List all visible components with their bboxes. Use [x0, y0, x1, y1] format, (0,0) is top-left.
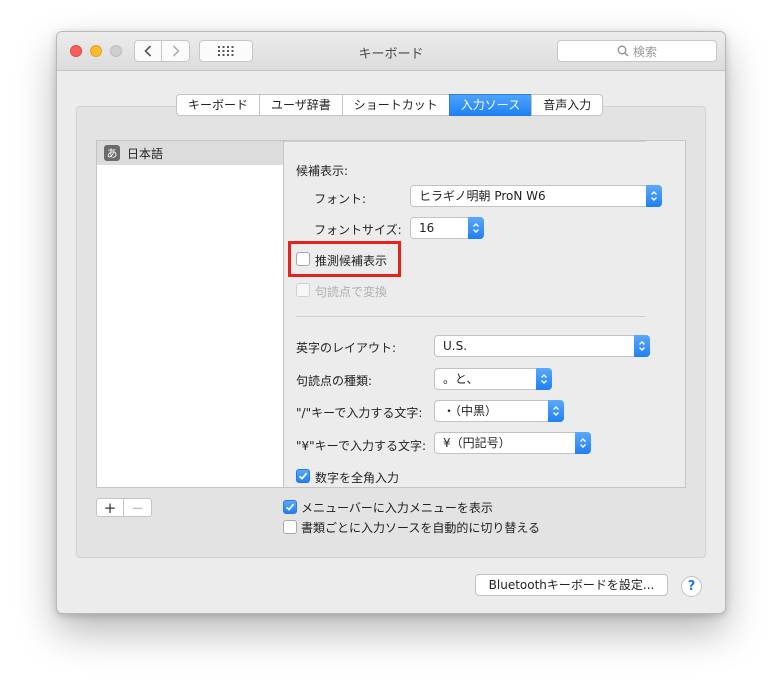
help-button[interactable]: ?	[681, 576, 702, 597]
search-field[interactable]: 検索	[557, 40, 717, 62]
convert-with-punctuation-label: 句読点で変換	[315, 285, 388, 299]
input-source-settings-panel: 候補表示: フォント: ヒラギノ明朝 ProN W6 フォントサイズ: 16 推…	[284, 140, 686, 488]
middle-separator	[296, 316, 645, 317]
input-source-label: 日本語	[127, 146, 164, 161]
input-source-list: あ 日本語	[96, 140, 284, 488]
alphabet-layout-popup[interactable]: U.S.	[434, 335, 650, 357]
slash-key-label: "/"キーで入力する文字:	[296, 406, 423, 420]
auto-switch-source-label: 書類ごとに入力ソースを自動的に切り替える	[301, 521, 541, 535]
punctuation-type-value: 。と、	[443, 372, 479, 386]
tab-shortcuts[interactable]: ショートカット	[341, 94, 449, 116]
slash-key-value: ・（中黒）	[443, 404, 498, 418]
up-down-arrows-icon	[646, 185, 662, 207]
tab-input-sources[interactable]: 入力ソース	[448, 94, 532, 116]
up-down-arrows-icon	[575, 432, 591, 454]
remove-input-source-button[interactable]: −	[124, 498, 152, 517]
font-size-label: フォントサイズ:	[314, 223, 402, 237]
yen-key-value: ¥（円記号）	[443, 436, 511, 450]
show-input-menu-checkbox[interactable]	[283, 500, 297, 514]
search-icon	[617, 45, 629, 57]
hiragana-icon: あ	[104, 145, 120, 161]
up-down-arrows-icon	[536, 368, 552, 390]
checkmark-icon	[285, 503, 295, 511]
tab-user-dictionary[interactable]: ユーザ辞書	[259, 94, 342, 116]
yen-key-label: "¥"キーで入力する文字:	[296, 439, 426, 453]
fullwidth-numbers-checkbox[interactable]	[296, 469, 310, 483]
top-separator	[284, 141, 646, 142]
font-popup-value: ヒラギノ明朝 ProN W6	[419, 189, 546, 203]
show-input-menu-label: メニューバーに入力メニューを表示	[301, 501, 493, 515]
yen-key-popup[interactable]: ¥（円記号）	[434, 432, 591, 454]
add-remove-segmented-control: + −	[96, 498, 152, 517]
input-source-item-japanese[interactable]: あ 日本語	[97, 141, 283, 165]
tab-dictation[interactable]: 音声入力	[531, 94, 604, 116]
up-down-arrows-icon	[634, 335, 650, 357]
checkmark-icon	[298, 472, 308, 480]
setup-bluetooth-keyboard-button[interactable]: Bluetoothキーボードを設定...	[475, 574, 668, 596]
alphabet-layout-value: U.S.	[443, 339, 468, 353]
predictive-candidates-checkbox[interactable]	[296, 252, 310, 266]
up-down-arrows-icon	[468, 217, 484, 239]
search-placeholder: 検索	[632, 44, 657, 59]
candidates-section-label: 候補表示:	[296, 164, 349, 178]
up-down-arrows-icon	[548, 400, 564, 422]
titlebar: キーボード 検索	[57, 32, 725, 71]
slash-key-popup[interactable]: ・（中黒）	[434, 400, 564, 422]
font-popup[interactable]: ヒラギノ明朝 ProN W6	[410, 185, 662, 207]
fullwidth-numbers-label: 数字を全角入力	[315, 471, 400, 485]
font-label: フォント:	[314, 192, 367, 206]
punctuation-type-label: 句読点の種類:	[296, 374, 373, 388]
alphabet-layout-label: 英字のレイアウト:	[296, 341, 397, 355]
preferences-window: キーボード 検索 キーボード ユーザ辞書 ショートカット 入力ソース 音声入力 …	[56, 31, 726, 614]
tab-bar: キーボード ユーザ辞書 ショートカット 入力ソース 音声入力	[176, 94, 604, 116]
convert-with-punctuation-checkbox[interactable]	[296, 283, 310, 297]
font-size-popup[interactable]: 16	[410, 217, 484, 239]
add-input-source-button[interactable]: +	[96, 498, 124, 517]
tab-keyboard[interactable]: キーボード	[176, 94, 260, 116]
auto-switch-source-checkbox[interactable]	[283, 520, 297, 534]
punctuation-type-popup[interactable]: 。と、	[434, 368, 552, 390]
font-size-popup-value: 16	[419, 221, 435, 235]
predictive-candidates-label: 推測候補表示	[315, 254, 388, 268]
